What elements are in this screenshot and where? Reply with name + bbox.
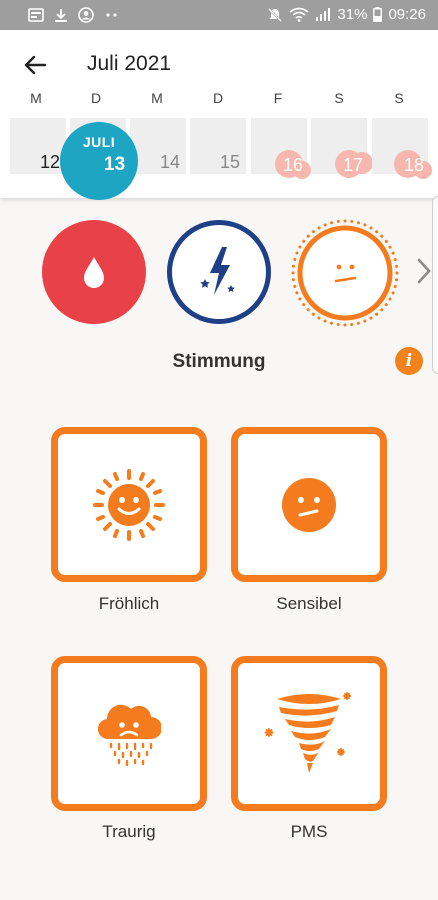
today-month: JULI xyxy=(82,134,116,150)
mood-label: Fröhlich xyxy=(98,594,160,613)
weekday-label: S xyxy=(394,90,404,106)
mood-sun-icon xyxy=(291,219,399,327)
weekday-label: D xyxy=(212,90,224,106)
wifi-icon xyxy=(289,7,309,22)
day-cell[interactable]: 16 xyxy=(251,118,311,179)
confused-face-icon xyxy=(282,477,336,532)
mood-label: Sensibel xyxy=(276,594,342,613)
mood-tile-sad[interactable] xyxy=(51,656,207,811)
weekday-label: D xyxy=(90,90,102,106)
mood-tile-sensitive[interactable] xyxy=(231,427,387,582)
category-energy-button[interactable] xyxy=(167,220,271,324)
mood-tile-happy[interactable] xyxy=(51,427,207,582)
next-category-button[interactable] xyxy=(412,256,436,286)
period-forecast-icon: 16 xyxy=(273,146,313,180)
news-icon xyxy=(28,8,44,22)
weekday-label: F xyxy=(273,90,283,106)
download-icon xyxy=(55,8,67,22)
battery-percent: 31% xyxy=(337,6,368,23)
period-forecast-icon: 18 xyxy=(394,146,434,180)
today-marker[interactable]: JULI 13 xyxy=(60,122,138,200)
signal-icon xyxy=(316,8,331,21)
weekday-label: M xyxy=(151,90,163,106)
category-mood-button[interactable] xyxy=(290,218,400,328)
day-number: 18 xyxy=(403,155,424,175)
weekday-label: M xyxy=(30,90,42,106)
day-number: 17 xyxy=(342,155,363,175)
day-cell[interactable]: 14 xyxy=(130,118,186,174)
chevron-right-icon xyxy=(417,258,431,284)
day-number: 16 xyxy=(282,155,303,175)
day-cell[interactable]: 17 xyxy=(311,118,373,178)
weekday-label: S xyxy=(334,90,344,106)
tornado-icon xyxy=(264,691,351,773)
drop-icon xyxy=(84,257,104,288)
month-title: Juli 2021 xyxy=(87,52,172,75)
info-button[interactable]: i xyxy=(395,347,423,375)
today-day: 13 xyxy=(104,154,126,175)
section-title: Stimmung xyxy=(172,351,266,372)
category-blood-button[interactable] xyxy=(42,220,146,324)
more-dots-icon xyxy=(106,13,117,17)
day-cell[interactable]: 18 xyxy=(372,118,432,179)
mood-tile-pms[interactable] xyxy=(231,656,387,811)
mood-label: PMS xyxy=(290,822,328,841)
clock: 09:26 xyxy=(388,6,426,23)
day-cell[interactable]: 15 xyxy=(190,118,246,174)
battery-icon xyxy=(373,7,383,22)
lightning-icon xyxy=(200,247,235,295)
day-number: 15 xyxy=(219,152,240,172)
status-bar: 31% 09:26 xyxy=(0,0,438,30)
back-button[interactable] xyxy=(18,48,52,82)
sad-cloud-icon xyxy=(98,704,161,766)
happy-sun-icon xyxy=(93,468,165,541)
day-number: 12 xyxy=(39,152,60,172)
day-cell[interactable]: 12 xyxy=(10,118,66,174)
day-number: 14 xyxy=(159,152,180,172)
week-header: Juli 2021 M D M D F S S 12 14 15 16 17 1… xyxy=(0,30,438,200)
mood-label: Traurig xyxy=(102,822,156,841)
mute-icon xyxy=(268,7,283,22)
account-icon xyxy=(78,7,94,23)
period-forecast-icon: 17 xyxy=(333,146,373,180)
arrow-left-icon xyxy=(24,55,46,75)
weekday-row: M D M D F S S xyxy=(0,90,438,110)
